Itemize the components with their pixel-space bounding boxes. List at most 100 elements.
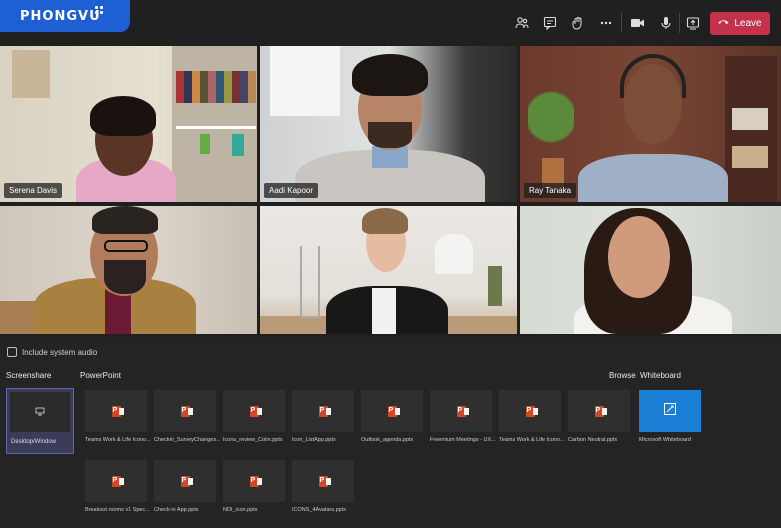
ppt-file-tile[interactable]: Icons_review_Colin.pptx [223,390,285,444]
people-icon[interactable] [513,14,531,32]
powerpoint-heading: PowerPoint [80,371,121,380]
more-icon[interactable] [597,14,615,32]
file-name: Freemium Meetings - UX... [430,437,496,443]
participant-name-label: Serena Davis [4,183,63,198]
phone-icon [718,18,729,29]
shelf-item [200,134,210,154]
brand-logo-text: PHONGVU [20,9,101,24]
powerpoint-icon [456,405,469,417]
ppt-file-tile[interactable]: Carbon Neutral.pptx [568,390,630,444]
share-desktop-window[interactable]: Desktop/Window [6,388,74,454]
leave-button[interactable]: Leave [710,12,770,35]
ppt-file-tile[interactable]: Outlook_agenda.pptx [361,390,423,444]
raise-hand-icon[interactable] [569,14,587,32]
ppt-file-tile[interactable]: Checkin_SurveyChanges... [154,390,220,444]
wall-poster [12,50,50,98]
brand-logo: PHONGVU [0,0,130,32]
powerpoint-icon [249,405,262,417]
powerpoint-icon [180,475,193,487]
side-table [300,246,320,318]
whiteboard-tile[interactable]: Microsoft Whiteboard [639,390,701,444]
chair [435,234,473,274]
whiteboard-thumbnail [639,390,701,432]
file-thumbnail [223,390,285,432]
bookshelf [172,46,257,202]
powerpoint-icon [111,475,124,487]
participant-hair [352,54,428,96]
video-tile-participant-6[interactable] [520,206,781,334]
shelf-item [732,146,768,168]
top-bar: PHONGVU Leave [0,0,781,45]
window [270,46,340,116]
ppt-file-tile[interactable]: Breakout rooms v1 Spec... [85,460,150,514]
monitor-icon [35,403,45,421]
file-thumbnail [361,390,423,432]
include-audio-label: Include system audio [22,348,98,357]
shirt [372,288,396,334]
ppt-file-tile[interactable]: Teams Work & Life Icono... [85,390,151,444]
file-thumbnail [430,390,492,432]
file-thumbnail [292,460,354,502]
participant-name-label: Ray Tanaka [524,183,577,198]
video-tile-participant-4[interactable] [0,206,257,334]
video-tile-ray-tanaka[interactable]: Ray Tanaka [520,46,781,202]
whiteboard-heading: Whiteboard [640,371,681,380]
ppt-file-tile[interactable]: NDI_icon.pptx [223,460,285,514]
video-tile-participant-5[interactable] [260,206,517,334]
powerpoint-icon [249,475,262,487]
ppt-file-tile[interactable]: Freemium Meetings - UX... [430,390,496,444]
ppt-file-tile[interactable]: Icon_ListApp.pptx [292,390,354,444]
glasses-icon [104,240,148,252]
participant-name-label: Aadi Kapoor [264,183,319,198]
participant-body [578,154,728,202]
video-tile-serena-davis[interactable]: Serena Davis [0,46,257,202]
toolbar-divider [679,13,680,33]
camera-icon[interactable] [629,14,647,32]
file-name: Icons_review_Colin.pptx [223,437,283,443]
leave-label: Leave [734,18,762,29]
powerpoint-icon [318,475,331,487]
chat-icon[interactable] [541,14,559,32]
file-name: Icon_ListApp.pptx [292,437,336,443]
file-thumbnail [223,460,285,502]
file-thumbnail [85,390,147,432]
file-name: Carbon Neutral.pptx [568,437,618,443]
whiteboard-name: Microsoft Whiteboard [639,437,691,443]
file-thumbnail [499,390,561,432]
participant-beard [104,260,146,294]
file-thumbnail [292,390,354,432]
desktop-window-label: Desktop/Window [11,439,57,445]
file-name: Outlook_agenda.pptx [361,437,414,443]
file-thumbnail [568,390,630,432]
file-name: Checkin_SurveyChanges... [154,437,220,443]
plant [488,266,502,306]
ppt-file-tile[interactable]: Teams Work & Life Icono... [499,390,565,444]
file-name: ICONS_4Avatars.pptx [292,507,347,513]
include-audio-checkbox[interactable] [7,347,17,357]
desktop-thumbnail [10,392,70,432]
file-name: Teams Work & Life Icono... [499,437,565,443]
powerpoint-icon [525,405,538,417]
file-thumbnail [85,460,147,502]
powerpoint-icon [594,405,607,417]
video-tile-aadi-kapoor[interactable]: Aadi Kapoor [260,46,517,202]
browse-link[interactable]: Browse [609,371,636,380]
headset-icon [620,54,686,98]
file-thumbnail [154,390,216,432]
file-name: Teams Work & Life Icono... [85,437,151,443]
participant-hair [362,208,408,234]
powerpoint-icon [318,405,331,417]
file-name: Breakout rooms v1 Spec... [85,507,150,513]
powerpoint-icon [180,405,193,417]
powerpoint-icon [111,405,124,417]
file-thumbnail [154,460,216,502]
screenshare-heading: Screenshare [6,371,52,380]
toolbar-divider [621,13,622,33]
ppt-file-tile[interactable]: Check-in App.pptx [154,460,216,514]
mic-icon[interactable] [657,14,675,32]
ppt-file-tile[interactable]: ICONS_4Avatars.pptx [292,460,354,514]
participant-beard [368,122,412,148]
share-tray-icon[interactable] [684,14,702,32]
shelf-item [732,108,768,130]
participant-hair [92,206,158,234]
